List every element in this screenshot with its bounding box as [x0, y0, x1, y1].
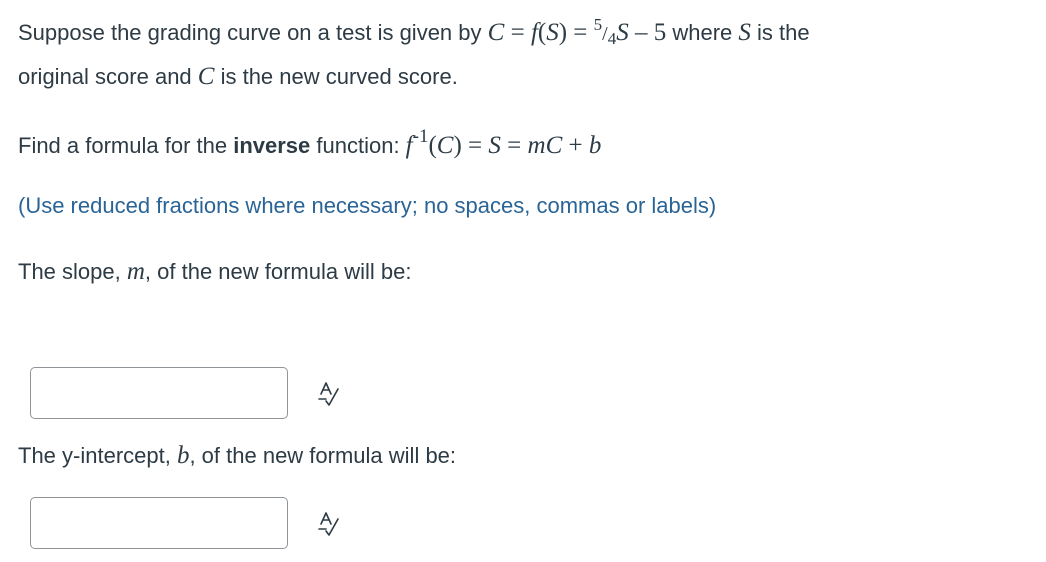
slope-prompt-prefix: The slope,	[18, 259, 127, 284]
math-var-b: b	[588, 132, 602, 159]
math-paren-close: )	[558, 19, 568, 46]
answer-preview-icon[interactable]	[316, 380, 344, 408]
math-var-C: C	[487, 19, 505, 46]
intercept-prompt: The y-intercept, b, of the new formula w…	[18, 443, 456, 468]
question-suffix: function:	[310, 133, 406, 158]
math-inverse-exponent: -1	[412, 126, 429, 147]
math-var-S-2: S	[616, 19, 629, 46]
math-paren-open-2: (	[428, 132, 437, 159]
math-plus: +	[562, 132, 589, 159]
where-text: where	[666, 20, 739, 45]
intercept-answer-input[interactable]	[31, 498, 287, 548]
problem-text-prefix: Suppose the grading curve on a test is g…	[18, 20, 488, 45]
question-prefix: Find a formula for the	[18, 133, 234, 158]
math-var-C-4: C	[545, 132, 563, 159]
math-equals-4: =	[500, 132, 528, 159]
slope-prompt-suffix: , of the new formula will be:	[144, 259, 412, 284]
intercept-prompt-suffix: , of the new formula will be:	[189, 443, 457, 468]
math-fraction-slash: /	[602, 23, 608, 45]
math-fraction-denominator: 4	[607, 29, 617, 48]
math-func-f: f	[530, 19, 538, 46]
math-var-C-3: C	[436, 132, 454, 159]
intercept-answer-box	[30, 497, 288, 549]
is-the-text: is the	[750, 20, 810, 45]
slope-answer-box	[30, 367, 288, 419]
math-paren-close-2: )	[453, 132, 462, 159]
math-var-S-4: S	[488, 132, 501, 159]
math-fraction-numerator: 5	[593, 15, 603, 34]
math-var-S-3: S	[738, 19, 751, 46]
intercept-var-b: b	[176, 442, 190, 469]
math-var-C-2: C	[197, 63, 215, 90]
hint-text: (Use reduced fractions where necessary; …	[18, 193, 717, 218]
question-statement: Find a formula for the inverse function:…	[18, 127, 602, 159]
question-bold-inverse: inverse	[233, 133, 311, 158]
problem-statement-line-1: Suppose the grading curve on a test is g…	[18, 16, 810, 48]
math-equals-2: =	[567, 19, 594, 46]
math-var-S: S	[546, 19, 559, 46]
problem-statement-line-2: original score and C is the new curved s…	[18, 64, 458, 89]
slope-prompt: The slope, m, of the new formula will be…	[18, 259, 411, 284]
slope-answer-input[interactable]	[31, 368, 287, 418]
math-func-f-inverse: f	[405, 132, 413, 159]
intercept-prompt-prefix: The y-intercept,	[18, 443, 177, 468]
math-minus-five: – 5	[628, 19, 667, 46]
math-equals-3: =	[461, 132, 489, 159]
math-paren-open: (	[537, 19, 547, 46]
math-var-m: m	[527, 132, 546, 159]
math-equals: =	[504, 19, 531, 46]
line2-suffix: is the new curved score.	[214, 64, 458, 89]
answer-preview-icon[interactable]	[316, 510, 344, 538]
line2-prefix: original score and	[18, 64, 198, 89]
slope-var-m: m	[126, 258, 145, 285]
